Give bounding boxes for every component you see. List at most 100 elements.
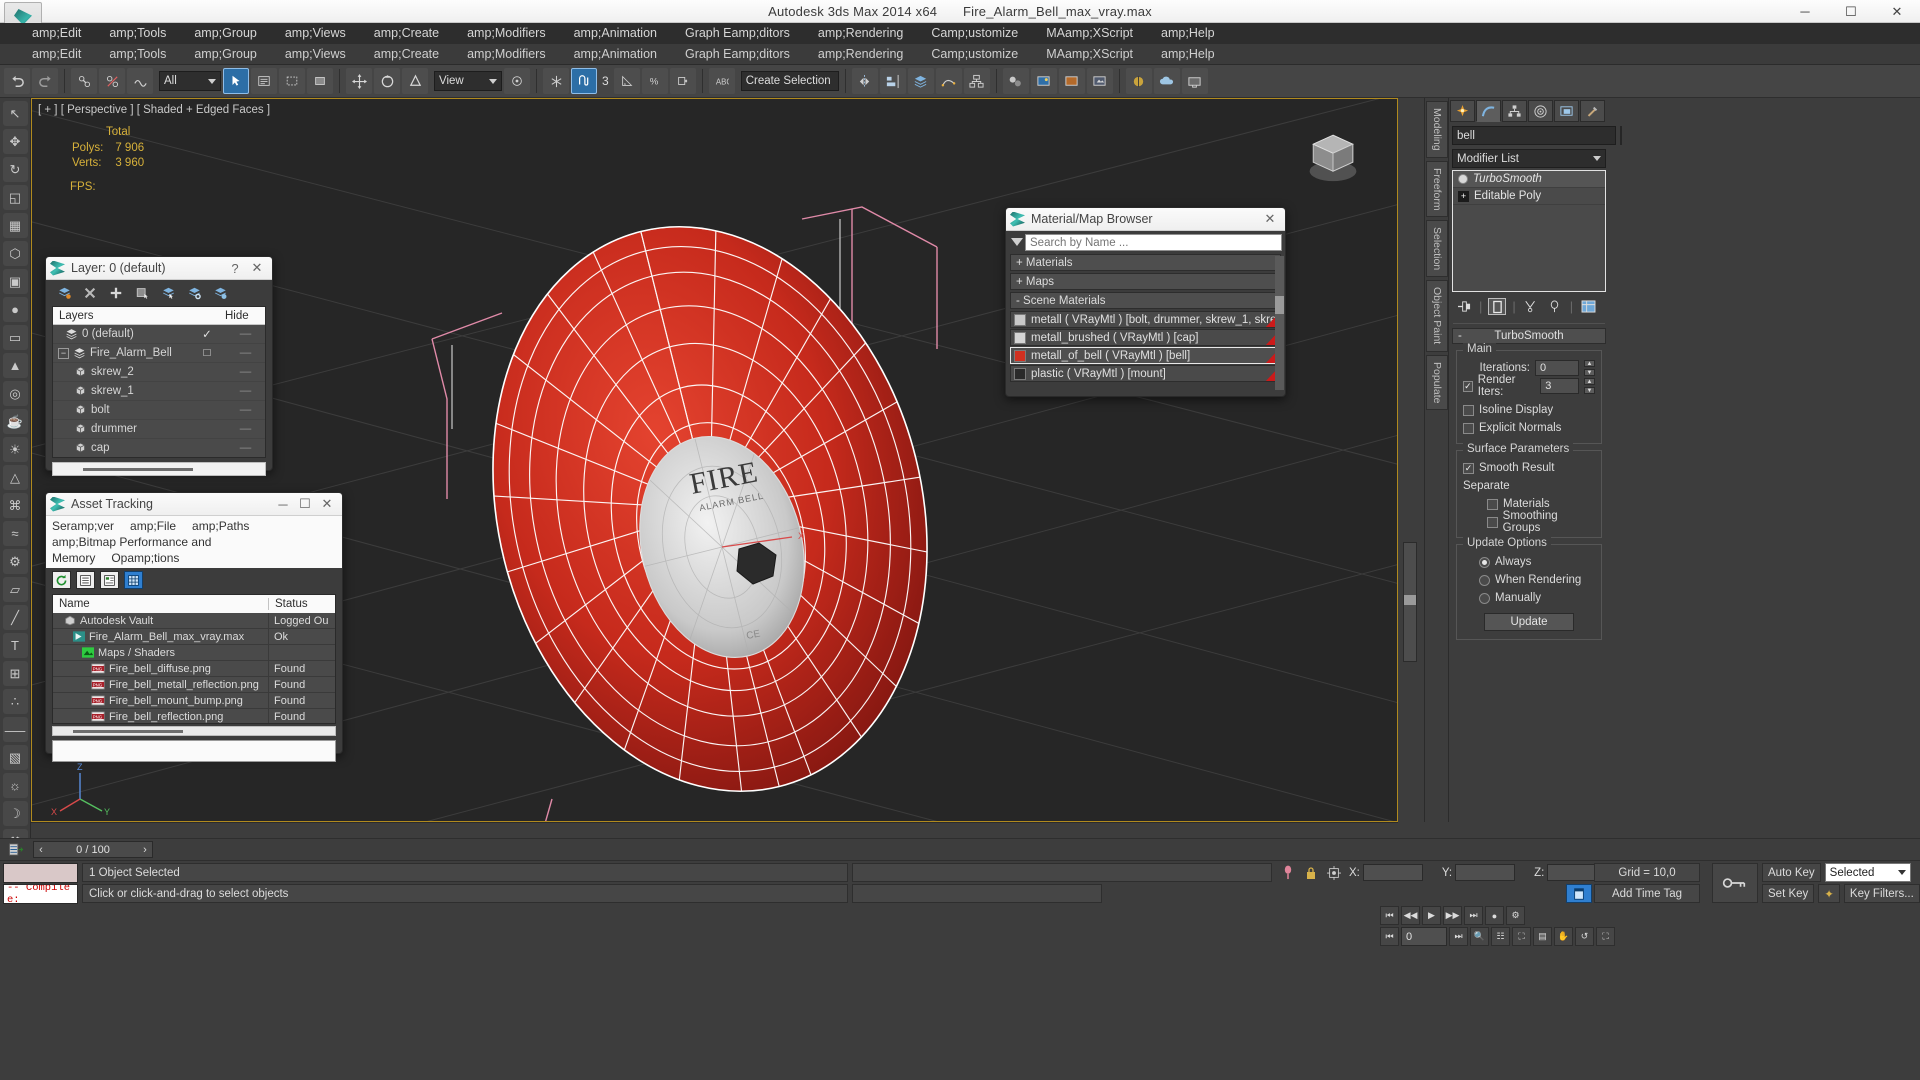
expand-collapse-icon[interactable]: − <box>58 347 69 359</box>
polygon-icon[interactable]: ⬡ <box>2 241 28 266</box>
compound-icon[interactable]: ⊞ <box>2 661 28 686</box>
close-icon[interactable]: ✕ <box>316 496 338 512</box>
shapes-icon[interactable]: ▱ <box>2 577 28 602</box>
zoom-icon[interactable]: 🔍 <box>1470 927 1489 946</box>
lock-selection-icon[interactable] <box>1303 865 1319 881</box>
close-icon[interactable]: ✕ <box>246 260 268 276</box>
asset-row[interactable]: PNG Fire_bell_diffuse.png Found <box>53 660 335 677</box>
render-production-icon[interactable] <box>1086 68 1113 94</box>
auto-key-button[interactable]: Auto Key <box>1762 863 1821 882</box>
hair-icon[interactable]: ⸺ <box>2 717 28 742</box>
materials-checkbox[interactable] <box>1487 498 1498 510</box>
schematic-view-icon[interactable] <box>963 68 990 94</box>
grid-view-icon[interactable] <box>124 571 143 589</box>
zoom-all-icon[interactable]: ☷ <box>1491 927 1510 946</box>
redo-icon[interactable] <box>32 68 58 94</box>
material-list-item[interactable]: metall ( VRayMtl ) [bolt, drummer, skrew… <box>1010 311 1281 328</box>
new-layer-icon[interactable] <box>52 282 76 304</box>
hierarchy-tab-icon[interactable] <box>1502 100 1527 122</box>
x-coordinate-field[interactable]: X: <box>1349 864 1423 881</box>
angle-snap-icon[interactable] <box>613 68 640 94</box>
open-mini-curve-editor-icon[interactable] <box>0 839 31 861</box>
select-link-icon[interactable] <box>71 68 97 94</box>
rect-select-region-icon[interactable] <box>279 68 305 94</box>
explicit-normals-checkbox[interactable] <box>1463 422 1474 434</box>
render-setup-icon[interactable] <box>1030 68 1057 94</box>
set-key-toggle-icon[interactable] <box>1712 863 1758 903</box>
iterations-spinner[interactable]: ▲ ▼ <box>1584 360 1595 376</box>
maximize-viewport-icon[interactable]: ⛶ <box>1596 927 1615 946</box>
layer-row[interactable]: drummer — <box>53 420 265 439</box>
box-icon[interactable]: ▣ <box>2 269 28 294</box>
select-and-rotate-icon[interactable] <box>374 68 400 94</box>
material-list-item[interactable]: metall_brushed ( VRayMtl ) [cap] <box>1010 329 1281 346</box>
spinner-snap-icon[interactable] <box>669 68 696 94</box>
render-iters-checkbox[interactable]: ✓ <box>1463 380 1473 392</box>
refresh-icon[interactable] <box>52 571 71 589</box>
viewport-vertical-slider[interactable] <box>1403 542 1417 662</box>
layer-manager-icon[interactable] <box>907 68 934 94</box>
line-icon[interactable]: ╱ <box>2 605 28 630</box>
make-unique-icon[interactable] <box>1522 298 1540 315</box>
layer-hide-toggle[interactable]: — <box>225 366 265 378</box>
menu-item-4[interactable]: amp;Create <box>360 23 453 44</box>
select-icon[interactable]: ↖ <box>2 101 28 126</box>
always-radio[interactable] <box>1479 556 1490 568</box>
go-to-start-key-icon[interactable]: ⏮ <box>1380 927 1399 946</box>
menu-item-2[interactable]: amp;Group <box>180 23 271 44</box>
select-object-icon[interactable] <box>223 68 249 94</box>
material-map-browser-window[interactable]: Material/Map Browser ✕ + Materials + Map… <box>1005 207 1286 397</box>
modifier-stack-row[interactable]: TurboSmooth <box>1453 171 1605 188</box>
asset-menu-item-0[interactable]: Seramp;ver <box>52 519 114 533</box>
layer-row[interactable]: cap — <box>53 439 265 457</box>
turbosmooth-rollup-header[interactable]: - TurboSmooth <box>1452 328 1606 344</box>
unlink-icon[interactable] <box>99 68 125 94</box>
orbit-icon[interactable]: ↺ <box>1575 927 1594 946</box>
detail-view-icon[interactable] <box>100 571 119 589</box>
menu-item-secondary-6[interactable]: amp;Animation <box>560 44 671 65</box>
systems-icon[interactable]: ⚙ <box>2 549 28 574</box>
bind-spacewarp-icon[interactable] <box>127 68 153 94</box>
smooth-result-checkbox[interactable]: ✓ <box>1463 462 1474 474</box>
create-tab-icon[interactable] <box>1450 100 1475 122</box>
object-color-swatch[interactable] <box>1620 126 1622 145</box>
zoom-region-icon[interactable]: ▤ <box>1533 927 1552 946</box>
prev-frame-icon[interactable]: ◀◀ <box>1401 906 1420 925</box>
minimize-button[interactable]: ─ <box>1782 0 1828 23</box>
key-mode-toggle-icon[interactable]: ● <box>1485 906 1504 925</box>
time-configuration-button[interactable]: ⚙ <box>1506 906 1525 925</box>
menu-item-secondary-1[interactable]: amp;Tools <box>95 44 180 65</box>
current-key-field[interactable]: 0 <box>1401 927 1447 946</box>
menu-item-1[interactable]: amp;Tools <box>95 23 180 44</box>
asset-menu-item-2[interactable]: amp;Paths <box>192 519 249 533</box>
list-view-icon[interactable] <box>76 571 95 589</box>
when-rendering-radio[interactable] <box>1479 574 1490 586</box>
undo-icon[interactable] <box>4 68 30 94</box>
chevron-down-icon[interactable] <box>1009 234 1025 251</box>
menu-item-11[interactable]: amp;Help <box>1147 23 1229 44</box>
helper-icon[interactable]: ⌘ <box>2 493 28 518</box>
layer-properties-icon[interactable] <box>208 282 232 304</box>
mirror-icon[interactable] <box>851 68 878 94</box>
placement-icon[interactable]: ▦ <box>2 213 28 238</box>
align-icon[interactable] <box>879 68 906 94</box>
spacewarp-icon[interactable]: ≈ <box>2 521 28 546</box>
asset-menu-item-1[interactable]: amp;File <box>130 519 176 533</box>
layer-active-toggle[interactable]: ✓ <box>189 327 225 341</box>
iterations-value[interactable]: 0 <box>1535 360 1579 376</box>
rendered-frame-window-icon[interactable] <box>1058 68 1085 94</box>
frame-slider[interactable]: ‹ 0 / 100 › <box>33 841 153 858</box>
layer-row[interactable]: − Fire_Alarm_Bell □ — <box>53 344 265 363</box>
ribbon-tab-selection[interactable]: Selection <box>1426 220 1448 278</box>
daylight-icon[interactable]: ☽ <box>2 801 28 826</box>
menu-item-secondary-3[interactable]: amp;Views <box>271 44 360 65</box>
show-end-result-icon[interactable] <box>1488 298 1507 315</box>
display-tab-icon[interactable] <box>1554 100 1579 122</box>
reference-coordinate-dropdown[interactable]: View <box>434 71 502 91</box>
ribbon-tab-modeling[interactable]: Modeling <box>1426 101 1448 158</box>
update-button[interactable]: Update <box>1484 613 1574 631</box>
use-pivot-center-icon[interactable] <box>504 68 530 94</box>
select-layer-objects-icon[interactable] <box>130 282 154 304</box>
layer-hide-toggle[interactable]: — <box>225 404 265 416</box>
modifier-stack-row[interactable]: + Editable Poly <box>1453 188 1605 205</box>
